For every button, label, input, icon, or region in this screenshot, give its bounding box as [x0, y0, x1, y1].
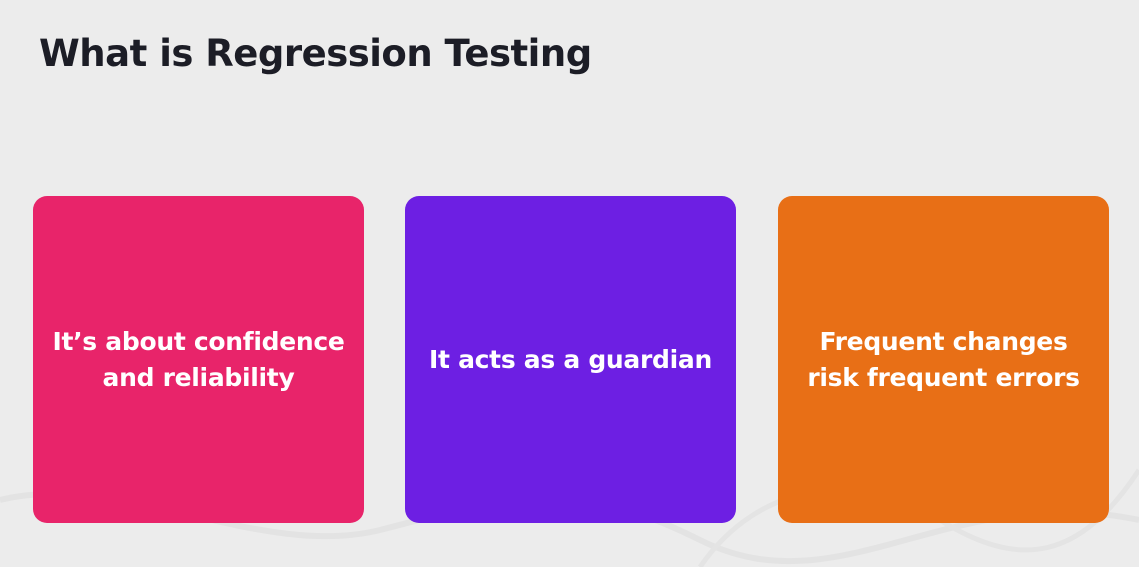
card-confidence: It’s about confidence and reliability	[33, 196, 364, 523]
card-frequent-changes-text: Frequent changes risk frequent errors	[807, 324, 1080, 396]
card-frequent-changes-line-2: risk frequent errors	[807, 362, 1080, 392]
card-confidence-line-2: and reliability	[102, 362, 295, 392]
card-guardian-line-1: It acts as a guardian	[429, 344, 712, 374]
card-frequent-changes-line-1: Frequent changes	[819, 326, 1068, 356]
slide-title: What is Regression Testing	[39, 32, 592, 75]
card-guardian-text: It acts as a guardian	[429, 342, 712, 378]
card-confidence-line-1: It’s about confidence	[52, 326, 345, 356]
card-confidence-text: It’s about confidence and reliability	[52, 324, 344, 396]
card-frequent-changes: Frequent changes risk frequent errors	[778, 196, 1109, 523]
card-guardian: It acts as a guardian	[405, 196, 736, 523]
card-row: It’s about confidence and reliability It…	[33, 196, 1109, 523]
